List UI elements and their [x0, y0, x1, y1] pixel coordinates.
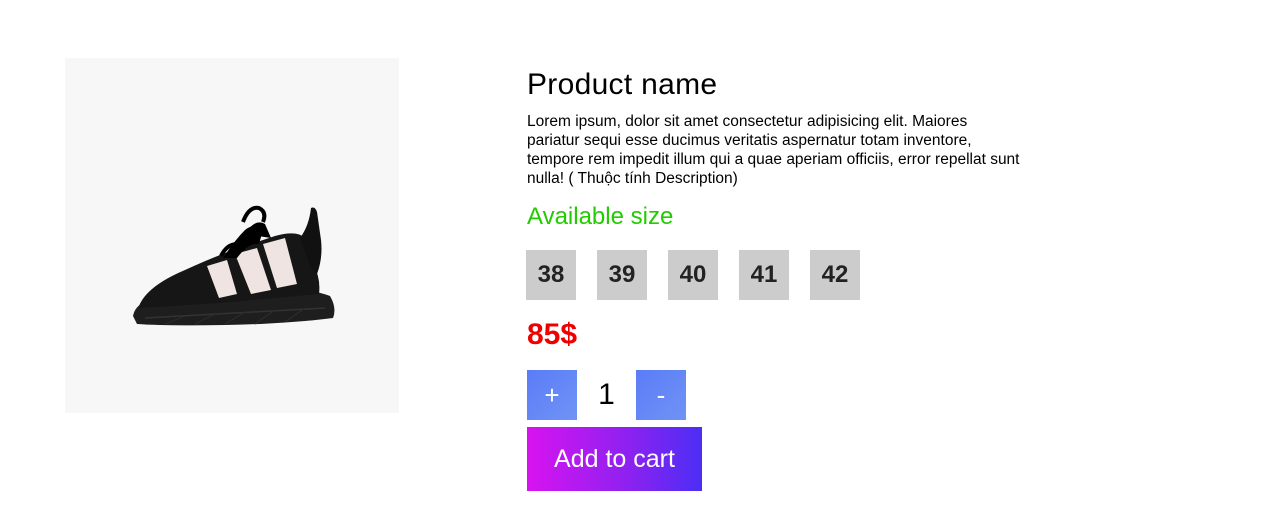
- size-options: 38 39 40 41 42: [526, 250, 860, 300]
- available-size-heading: Available size: [527, 203, 674, 230]
- size-button-42[interactable]: 42: [810, 250, 860, 300]
- decrement-button[interactable]: -: [636, 370, 686, 420]
- quantity-value: 1: [598, 378, 615, 411]
- product-price: 85$: [527, 318, 578, 351]
- size-button-41[interactable]: 41: [739, 250, 789, 300]
- product-details: Product name Lorem ipsum, dolor sit amet…: [527, 66, 1027, 232]
- product-detail-page: Product name Lorem ipsum, dolor sit amet…: [0, 0, 1280, 530]
- product-description: Lorem ipsum, dolor sit amet consectetur …: [527, 113, 1020, 187]
- size-button-39[interactable]: 39: [597, 250, 647, 300]
- product-image-container: [65, 58, 399, 413]
- product-name: Product name: [527, 68, 718, 101]
- size-button-40[interactable]: 40: [668, 250, 718, 300]
- size-button-38[interactable]: 38: [526, 250, 576, 300]
- add-to-cart-button[interactable]: Add to cart: [527, 427, 702, 491]
- sneaker-image: [133, 205, 335, 326]
- quantity-stepper: + 1 -: [527, 370, 686, 420]
- increment-button[interactable]: +: [527, 370, 577, 420]
